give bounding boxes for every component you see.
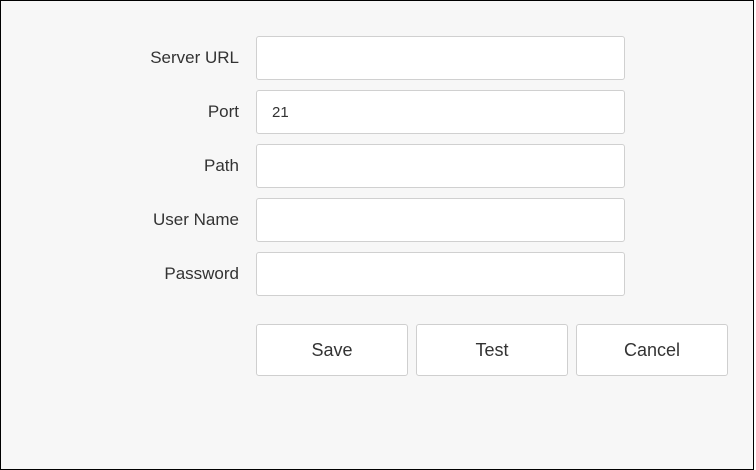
port-input[interactable] xyxy=(256,90,625,134)
ftp-settings-panel: Server URL Port Path User Name Password … xyxy=(0,0,754,470)
path-row: Path xyxy=(1,144,755,190)
password-row: Password xyxy=(1,252,755,298)
port-label: Port xyxy=(207,102,239,121)
path-input[interactable] xyxy=(256,144,625,188)
path-label: Path xyxy=(204,156,239,175)
user-name-row: User Name xyxy=(1,198,755,244)
server-url-label: Server URL xyxy=(150,48,239,67)
password-label: Password xyxy=(164,264,239,283)
password-input[interactable] xyxy=(256,252,625,296)
user-name-input[interactable] xyxy=(256,198,625,242)
save-button[interactable]: Save xyxy=(256,324,408,376)
server-url-input[interactable] xyxy=(256,36,625,80)
user-name-label: User Name xyxy=(153,210,239,229)
test-button[interactable]: Test xyxy=(416,324,568,376)
port-row: Port xyxy=(1,90,755,136)
server-url-row: Server URL xyxy=(1,36,755,82)
cancel-button[interactable]: Cancel xyxy=(576,324,728,376)
